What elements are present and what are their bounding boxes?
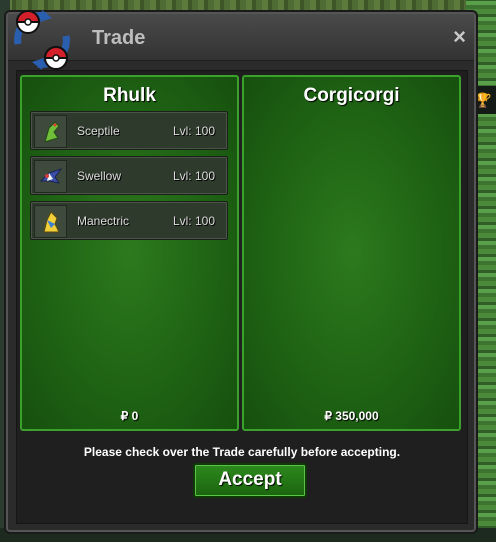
pokemon-level: Lvl: 100 bbox=[172, 214, 215, 228]
left-player-name: Rhulk bbox=[103, 85, 156, 106]
pokemon-slot[interactable]: Swellow Lvl: 100 bbox=[30, 156, 228, 195]
left-money: ₽ 0 bbox=[120, 409, 139, 423]
window-title: Trade bbox=[92, 27, 146, 49]
pokemon-slot[interactable]: Sceptile Lvl: 100 bbox=[30, 111, 228, 150]
swellow-sprite-icon bbox=[34, 160, 67, 193]
titlebar[interactable]: Trade × bbox=[8, 10, 474, 70]
trade-notice: Please check over the Trade carefully be… bbox=[83, 445, 401, 459]
right-trade-panel: Corgicorgi ₽ 350,000 bbox=[242, 75, 461, 431]
right-player-name: Corgicorgi bbox=[303, 85, 400, 106]
pokemon-name: Sceptile bbox=[77, 124, 120, 138]
pokemon-name: Manectric bbox=[77, 214, 130, 228]
pokemon-slot[interactable]: Manectric Lvl: 100 bbox=[30, 201, 228, 240]
right-money: ₽ 350,000 bbox=[324, 409, 379, 423]
trade-body: Rhulk Sceptile Lvl: 100 Swellow Lvl: 100 bbox=[16, 70, 468, 524]
pokeball-trade-icon bbox=[14, 10, 70, 70]
manectric-sprite-icon bbox=[34, 205, 67, 238]
pokemon-level: Lvl: 100 bbox=[172, 124, 215, 138]
left-trade-panel: Rhulk Sceptile Lvl: 100 Swellow Lvl: 100 bbox=[20, 75, 239, 431]
left-pokemon-list: Sceptile Lvl: 100 Swellow Lvl: 100 Manec… bbox=[30, 111, 228, 246]
pokemon-name: Swellow bbox=[77, 169, 122, 183]
accept-button[interactable]: Accept bbox=[193, 463, 307, 498]
close-icon[interactable]: × bbox=[453, 24, 466, 50]
sceptile-sprite-icon bbox=[34, 115, 67, 148]
trade-window: Trade × Rhulk Sceptile Lvl: 100 Swellow bbox=[6, 10, 476, 532]
pokemon-level: Lvl: 100 bbox=[172, 169, 215, 183]
